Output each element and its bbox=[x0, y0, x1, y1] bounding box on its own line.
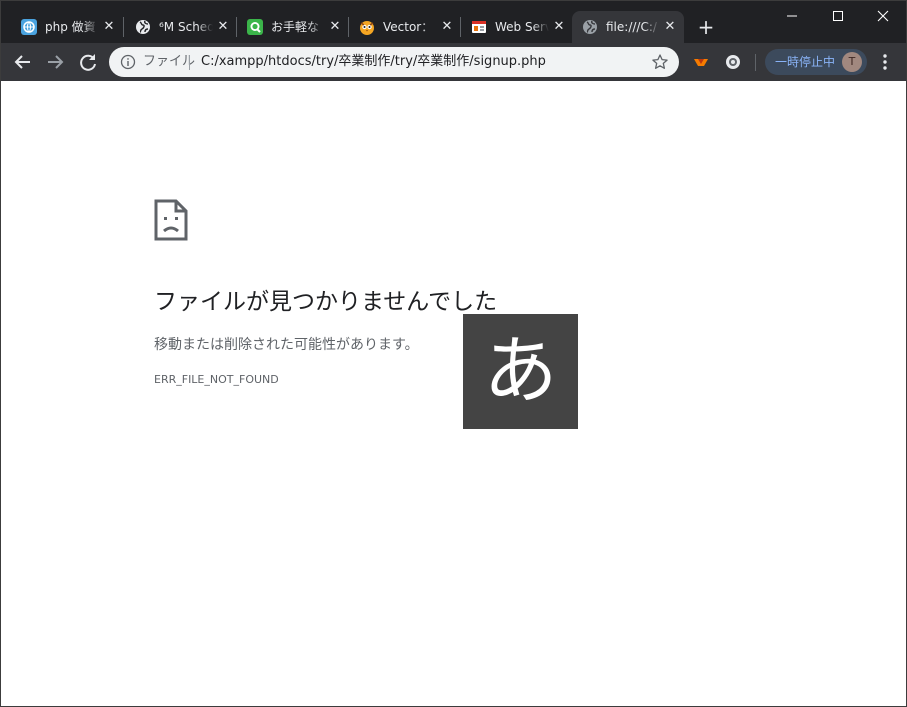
page-content: ファイルが見つかりませんでした 移動または削除された可能性があります。 ERR_… bbox=[1, 81, 906, 706]
omnibox-divider bbox=[189, 55, 190, 70]
new-tab-button[interactable]: + bbox=[695, 16, 717, 38]
bookmark-star-icon[interactable] bbox=[651, 53, 669, 71]
tab-close-icon[interactable]: ✕ bbox=[551, 19, 567, 35]
paused-label: 一時停止中 bbox=[775, 55, 836, 69]
extension-ring-icon[interactable] bbox=[725, 54, 741, 70]
scheme-label: ファイル bbox=[143, 54, 196, 69]
maximize-icon bbox=[833, 11, 843, 21]
tab-close-icon[interactable]: ✕ bbox=[662, 19, 678, 35]
tab-vector[interactable]: Vector： ✕ bbox=[349, 11, 461, 43]
close-window-button[interactable] bbox=[860, 1, 906, 31]
error-message: 移動または削除された可能性があります。 bbox=[154, 337, 419, 353]
toolbar: ファイル C:/xampp/htdocs/try/卒業制作/try/卒業制作/s… bbox=[1, 43, 906, 81]
error-heading: ファイルが見つかりませんでした bbox=[154, 289, 498, 315]
tab-close-icon[interactable]: ✕ bbox=[101, 19, 117, 35]
globe-blue-icon bbox=[21, 19, 37, 35]
tab-title: お手軽な bbox=[271, 20, 320, 34]
tab-close-icon[interactable]: ✕ bbox=[215, 19, 231, 35]
maximize-button[interactable] bbox=[815, 1, 861, 31]
error-code: ERR_FILE_NOT_FOUND bbox=[154, 373, 279, 386]
globe-icon bbox=[136, 20, 150, 34]
ime-mode-indicator: あ bbox=[463, 314, 578, 429]
green-bubble-icon bbox=[247, 19, 263, 35]
close-icon bbox=[877, 10, 889, 22]
reload-icon[interactable] bbox=[74, 48, 102, 76]
web-service-icon bbox=[472, 21, 486, 33]
back-arrow-icon[interactable] bbox=[9, 48, 37, 76]
tab-strip: php 做資 ✕ ⁶M Schedule ✕ お手軽な ✕ bbox=[1, 1, 906, 43]
tab-title: file:///C:/ bbox=[606, 20, 657, 34]
tab-title: Web Serv bbox=[495, 20, 549, 34]
extension-orange-icon[interactable] bbox=[693, 54, 709, 70]
sad-file-icon bbox=[154, 199, 188, 241]
tab-title: Vector： bbox=[383, 20, 434, 34]
tab-web-service[interactable]: Web Serv ✕ bbox=[461, 11, 573, 43]
tab-close-icon[interactable]: ✕ bbox=[327, 19, 343, 35]
tab-title: php 做資 bbox=[45, 20, 96, 34]
tab-schedule[interactable]: ⁶M Schedule ✕ bbox=[125, 11, 237, 43]
forward-arrow-icon[interactable] bbox=[41, 48, 69, 76]
profile-paused-button[interactable]: 一時停止中 T bbox=[765, 49, 867, 75]
toolbar-divider bbox=[755, 54, 756, 71]
tab-otegaru[interactable]: お手軽な ✕ bbox=[237, 11, 349, 43]
address-bar[interactable]: ファイル C:/xampp/htdocs/try/卒業制作/try/卒業制作/s… bbox=[109, 47, 679, 77]
minimize-button[interactable] bbox=[769, 1, 815, 31]
tab-divider bbox=[123, 17, 124, 37]
owl-icon bbox=[360, 21, 374, 35]
avatar: T bbox=[842, 52, 862, 72]
browser-window: php 做資 ✕ ⁶M Schedule ✕ お手軽な ✕ bbox=[0, 0, 907, 707]
globe-icon bbox=[583, 20, 597, 34]
minimize-icon bbox=[787, 15, 797, 17]
tab-title: ⁶M Schedule bbox=[159, 20, 213, 34]
info-icon[interactable] bbox=[120, 54, 136, 70]
tab-file-active[interactable]: file:///C:/ ✕ bbox=[572, 11, 684, 43]
menu-kebab-icon[interactable] bbox=[875, 52, 895, 72]
url-text[interactable]: C:/xampp/htdocs/try/卒業制作/try/卒業制作/signup… bbox=[201, 54, 546, 70]
tab-close-icon[interactable]: ✕ bbox=[439, 19, 455, 35]
tab-php[interactable]: php 做資 ✕ bbox=[11, 11, 123, 43]
